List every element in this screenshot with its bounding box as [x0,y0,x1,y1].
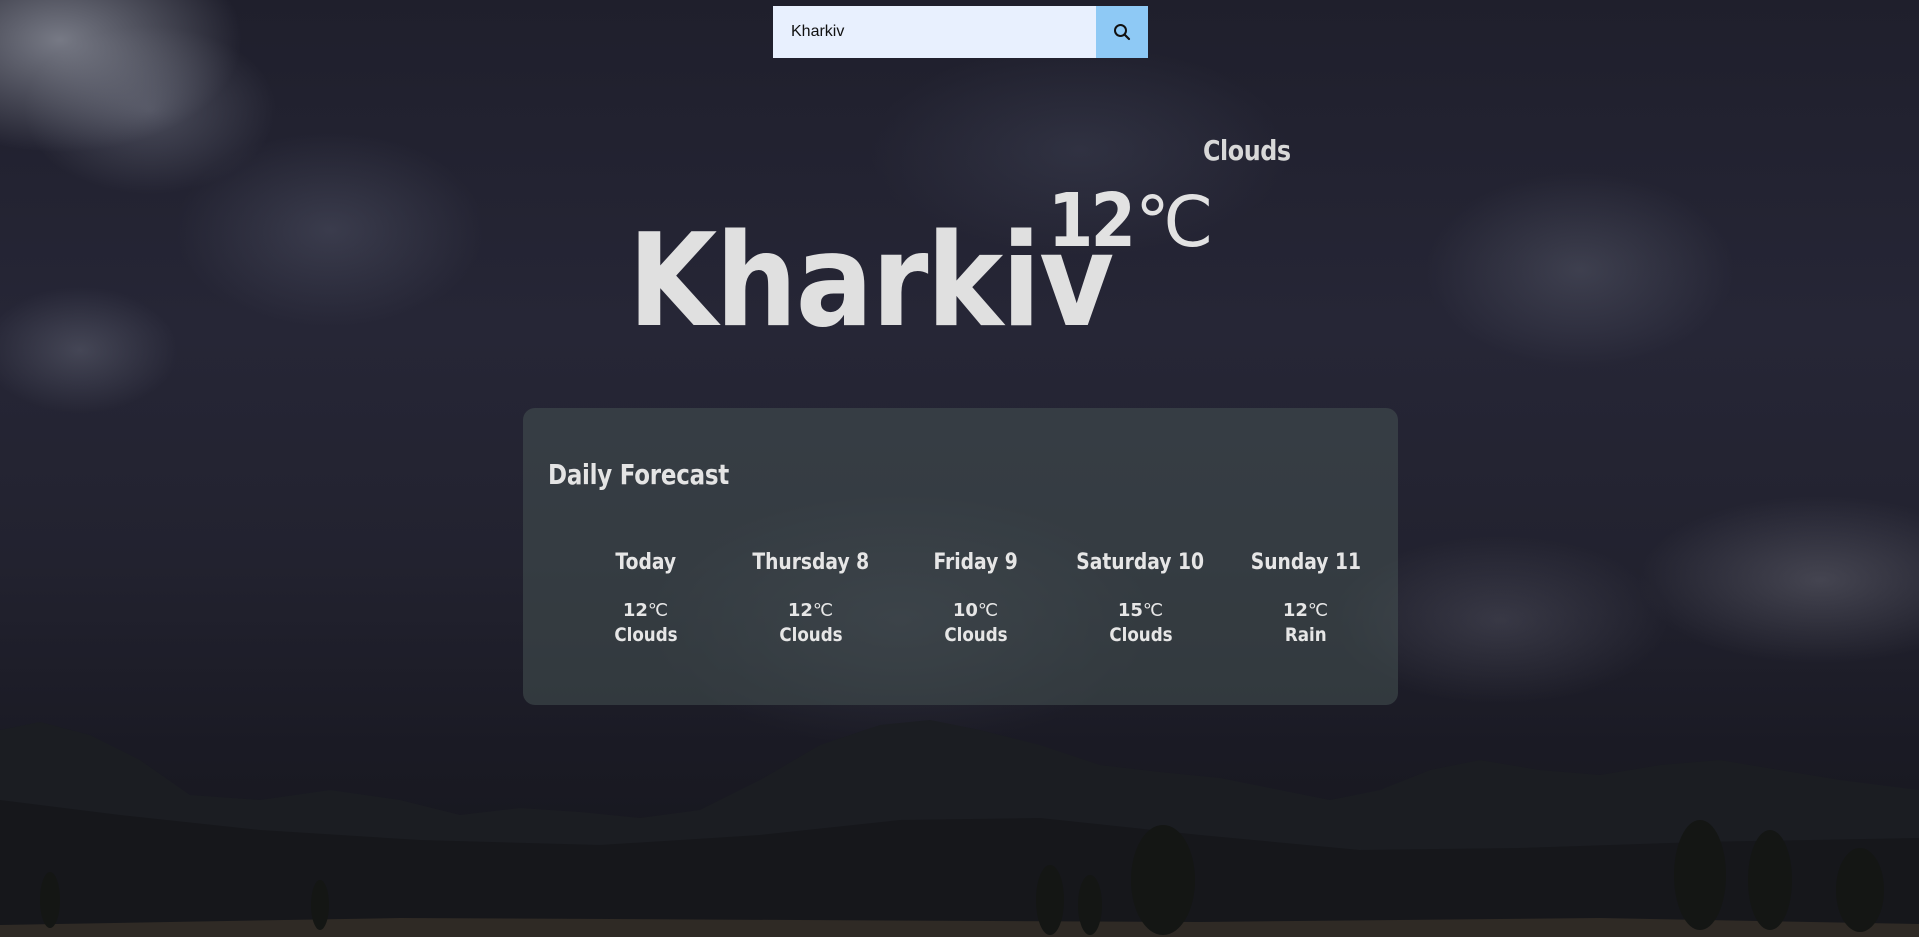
forecast-day-temp-value: 12 [1282,600,1308,621]
forecast-day-temp-unit: ℃ [977,600,999,620]
forecast-day-temp-value: 12 [622,600,648,621]
forecast-day: Today 12℃ Clouds [563,550,728,648]
forecast-day-temp-unit: ℃ [647,600,669,620]
forecast-day-condition: Clouds [1108,624,1173,646]
forecast-day-temp-unit: ℃ [1307,600,1329,620]
forecast-day-name: Friday 9 [933,550,1018,575]
forecast-day-temp: 12℃ [728,599,893,622]
forecast-day-name: Sunday 11 [1250,550,1361,575]
forecast-day-name: Thursday 8 [752,550,869,575]
forecast-day-temp: 15℃ [1058,599,1223,622]
forecast-title: Daily Forecast [548,458,729,491]
city-name: Kharkiv [628,207,1114,356]
forecast-day-temp-value: 10 [952,600,978,621]
forecast-days: Today 12℃ Clouds Thursday 8 12℃ Clouds F… [563,550,1390,648]
forecast-day: Thursday 8 12℃ Clouds [728,550,893,648]
forecast-day-name: Today [615,550,676,575]
forecast-day: Saturday 10 15℃ Clouds [1058,550,1223,648]
forecast-day-condition: Rain [1284,624,1327,646]
forecast-day-condition: Clouds [778,624,843,646]
forecast-day: Sunday 11 12℃ Rain [1223,550,1388,648]
search-input[interactable] [773,6,1096,58]
forecast-day-temp-unit: ℃ [812,600,834,620]
forecast-day: Friday 9 10℃ Clouds [893,550,1058,648]
search-button[interactable] [1096,6,1148,58]
forecast-day-name: Saturday 10 [1076,550,1205,575]
forecast-day-condition: Clouds [613,624,678,646]
search-icon [1114,24,1131,41]
forecast-day-condition: Clouds [943,624,1008,646]
forecast-day-temp: 10℃ [893,599,1058,622]
forecast-day-temp: 12℃ [1223,599,1388,622]
current-temperature-unit: ℃ [1134,185,1214,262]
forecast-panel: Daily Forecast Today 12℃ Clouds Thursday… [523,408,1398,705]
search-bar [773,6,1148,58]
forecast-day-temp-value: 15 [1117,600,1143,621]
forecast-day-temp-value: 12 [787,600,813,621]
forecast-day-temp: 12℃ [563,599,728,622]
forecast-day-temp-unit: ℃ [1142,600,1164,620]
current-condition: Clouds [1203,134,1291,167]
